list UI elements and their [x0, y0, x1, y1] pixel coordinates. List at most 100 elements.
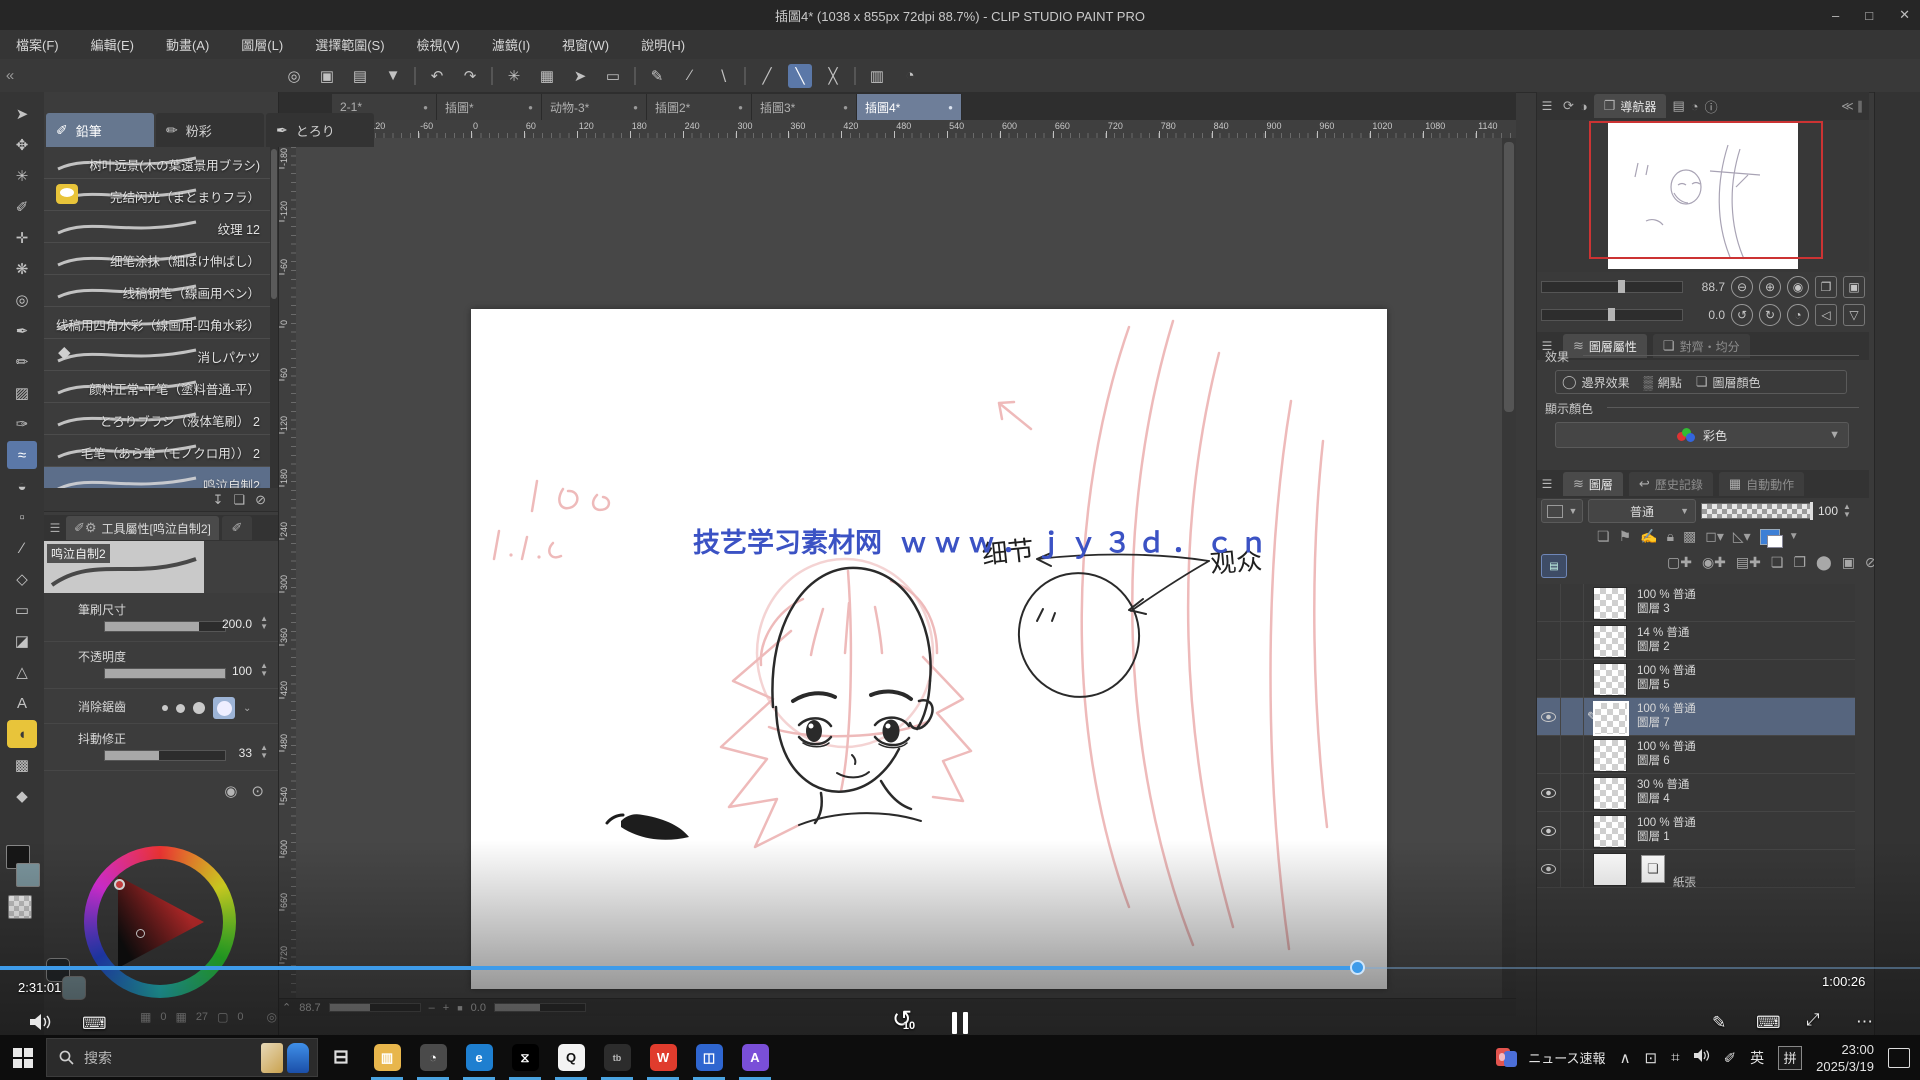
volume-icon[interactable] — [30, 1014, 52, 1035]
notification-center-icon[interactable] — [1888, 1048, 1910, 1068]
correct-line-icon[interactable]: ✎ — [645, 64, 669, 88]
eye-icon[interactable] — [1541, 864, 1556, 874]
rotate-right-icon[interactable]: ↻ — [1759, 304, 1781, 326]
zoom-out-button[interactable]: – — [429, 1002, 435, 1014]
tool-eraser[interactable]: ◪ — [7, 627, 37, 655]
command-icon[interactable] — [414, 67, 416, 85]
rotate-left-icon[interactable]: ↺ — [1731, 304, 1753, 326]
keyboard-icon[interactable]: ⌨ — [1756, 1013, 1781, 1033]
new-document-icon[interactable]: ▣ — [315, 64, 339, 88]
skip-back-button[interactable]: ↺ 10 — [892, 1008, 926, 1038]
edge[interactable]: e — [456, 1035, 502, 1080]
history-tab[interactable]: ↩歷史記錄 — [1629, 472, 1713, 496]
baidu-netdisk[interactable]: ◫ — [686, 1035, 732, 1080]
brush-size-slider[interactable] — [104, 621, 226, 632]
layer-row[interactable]: ✎ ❏ 100 % 普通 圖層 7 — [1537, 698, 1855, 736]
taskbar-clock[interactable]: 23:00 2025/3/19 — [1816, 1041, 1874, 1075]
delete-brush-icon[interactable]: ⊘ — [255, 492, 266, 508]
property-antialias[interactable]: 消除鋸齒 ⌄ — [44, 689, 278, 724]
tray-expand-icon[interactable]: ∧ — [1620, 1049, 1631, 1067]
panel-menu-icon[interactable]: ☰ — [1537, 99, 1557, 113]
auto-action-tab[interactable]: ▦自動動作 — [1719, 472, 1804, 496]
tray-network-icon[interactable]: ⌗ — [1671, 1049, 1679, 1066]
preview-icon[interactable]: ◑ — [1580, 99, 1588, 114]
tool-frame[interactable]: ▭ — [7, 596, 37, 624]
sub-tool-tab[interactable]: ✐ 鉛筆 — [46, 113, 154, 147]
zoom-in-icon[interactable]: ⊕ — [1759, 276, 1781, 298]
layer-row[interactable]: ✎ ❏ 100 % 普通 圖層 5 — [1537, 660, 1855, 698]
menu-item[interactable]: 檔案(F) — [0, 35, 75, 54]
command-icon[interactable] — [744, 67, 746, 85]
document-tab[interactable]: 插圖4* ● — [857, 94, 962, 120]
command-icon[interactable] — [634, 67, 636, 85]
swatch-icon[interactable]: ▦ — [140, 1010, 151, 1024]
menu-item[interactable]: 濾鏡(I) — [476, 35, 546, 54]
layer-row[interactable]: ✎ ❏ 100 % 普通 圖層 3 — [1537, 584, 1855, 622]
layer-opacity-slider[interactable] — [1701, 503, 1813, 519]
brush-list-scrollbar[interactable] — [270, 147, 278, 488]
effect-button[interactable]: ❏ 圖層顏色 — [1696, 374, 1761, 391]
eye-icon[interactable] — [1541, 712, 1556, 722]
menu-item[interactable]: 圖層(L) — [225, 35, 299, 54]
video-progress-bar[interactable] — [0, 966, 1920, 970]
opacity-slider[interactable] — [104, 668, 226, 679]
statusbar-expand-icon[interactable]: ⌃ — [282, 1001, 291, 1014]
layer-thumbnail[interactable] — [1593, 701, 1629, 736]
brush-item[interactable]: 细笔涂抹（細ぼけ伸ばし） — [44, 243, 270, 275]
tool-airbrush[interactable]: ▨ — [7, 379, 37, 407]
tool-operation[interactable]: ➤ — [7, 100, 37, 128]
blend-mode-dropdown[interactable]: 普通▼ — [1588, 499, 1696, 523]
document-canvas[interactable]: 细节 观众 技艺学习素材网ｗｗｗ．ｊｙ３ｄ．ｃｎ — [471, 309, 1387, 989]
ime-mode[interactable]: 英 — [1750, 1048, 1764, 1068]
clip-at-layer-icon[interactable]: ❏ — [1597, 528, 1610, 545]
capcut[interactable]: ⧖ — [502, 1035, 548, 1080]
panel-menu-icon[interactable]: ☰ — [1537, 477, 1557, 491]
layer-thumbnail[interactable] — [1593, 777, 1627, 810]
navigator-tab[interactable]: ❐導航器 — [1594, 94, 1667, 118]
two-pane-toggle[interactable]: ▤ — [1541, 554, 1567, 578]
chevron-down-icon[interactable]: ▼ — [1789, 531, 1799, 542]
special-ruler-icon[interactable]: ∖ — [711, 64, 735, 88]
tool-watercolor[interactable]: ≈ — [7, 441, 37, 469]
tool-pen[interactable]: ✒ — [7, 317, 37, 345]
effect-button[interactable]: ◯ 邊界效果 — [1562, 374, 1630, 391]
qq[interactable]: Q — [548, 1035, 594, 1080]
transparent-color-chip[interactable] — [8, 895, 32, 919]
spinner-icon[interactable]: ▲▼ — [1843, 503, 1851, 519]
reset-settings-icon[interactable]: ⊙ — [251, 782, 264, 800]
zoom-in-button[interactable]: + — [443, 1002, 449, 1014]
tool-selection[interactable]: ▫ — [7, 503, 37, 531]
tool-magic-wand[interactable]: ✳ — [7, 162, 37, 190]
delete-icon[interactable]: ✳ — [502, 64, 526, 88]
effect-button[interactable]: ▒ 網點 — [1644, 374, 1682, 391]
zoom-100-icon[interactable]: ◉ — [1787, 276, 1809, 298]
antialias-none[interactable] — [162, 705, 168, 711]
brush-item[interactable]: 纹理 12 — [44, 211, 270, 243]
wheel-sub-color-chip[interactable] — [62, 976, 86, 1000]
ruler-icon[interactable]: ∕ — [678, 64, 702, 88]
brush-item[interactable]: 线稿钢笔（線画用ペン） — [44, 275, 270, 307]
antialias-weak[interactable] — [176, 704, 185, 713]
duplicate-brush-icon[interactable]: ❏ — [233, 492, 245, 508]
sub-tool-tab[interactable]: ✏ 粉彩 — [156, 113, 264, 147]
more-options-icon[interactable]: ⋯ — [1856, 1012, 1873, 1032]
file-explorer[interactable]: ▥ — [364, 1035, 410, 1080]
pause-button[interactable] — [952, 1012, 968, 1034]
tray-device-icon[interactable]: ⊡ — [1645, 1049, 1658, 1067]
menu-item[interactable]: 視窗(W) — [546, 35, 625, 54]
navigator-rotate-slider[interactable] — [1541, 309, 1683, 321]
full-view-icon[interactable]: ▣ — [1843, 276, 1865, 298]
menu-item[interactable]: 編輯(E) — [75, 35, 150, 54]
register-settings-icon[interactable]: ◉ — [224, 782, 237, 800]
undo-icon[interactable]: ↶ — [425, 64, 449, 88]
layer-thumbnail[interactable] — [1593, 625, 1627, 658]
tool-property-tab[interactable]: ✐⚙ 工具屬性[鸣泣自制2] — [66, 516, 219, 540]
display-color-dropdown[interactable]: 彩色 ▼ — [1555, 422, 1849, 448]
palette-color-dropdown[interactable]: ▼ — [1541, 499, 1583, 523]
brush-item[interactable]: 毛笔（あら筆（モノクロ用）） 2 — [44, 435, 270, 467]
news-widget[interactable]: ニュース速報 — [1496, 1046, 1605, 1070]
reset-rotation-icon[interactable]: ◔ — [1787, 304, 1809, 326]
sub-tool-tab[interactable]: ✒ とろり — [266, 113, 374, 147]
panel-menu-icon[interactable]: ☰ — [44, 521, 66, 535]
combine-layer-icon[interactable]: ❐ — [1793, 554, 1806, 571]
